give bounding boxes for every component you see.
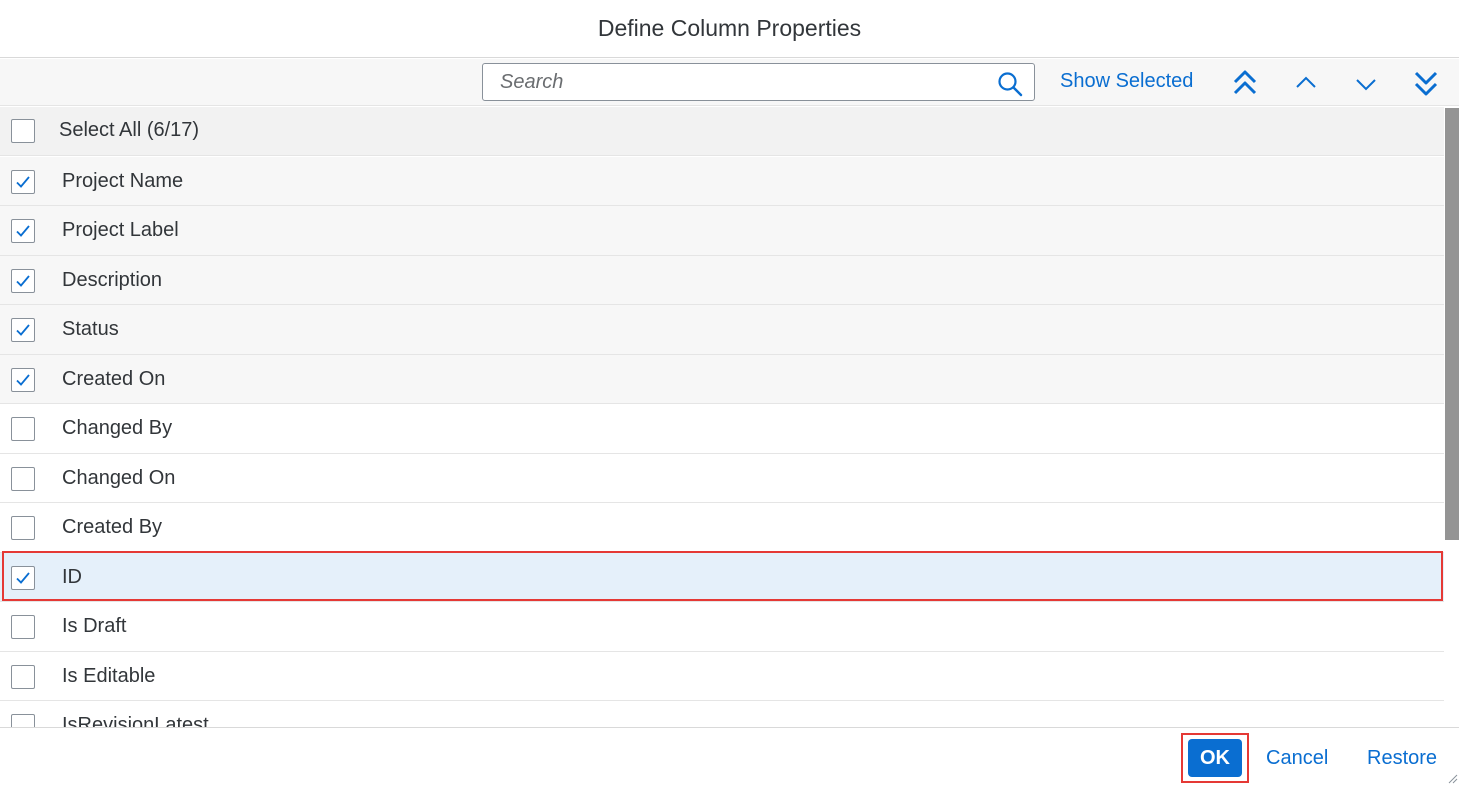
item-checkbox[interactable] xyxy=(11,268,35,293)
item-checkbox[interactable] xyxy=(11,615,35,639)
checkmark-icon xyxy=(16,324,30,336)
move-up-icon[interactable] xyxy=(1290,68,1322,98)
list-item-label: Project Name xyxy=(62,169,184,192)
list-item[interactable]: Created On xyxy=(0,354,1444,404)
list-item-label: ID xyxy=(62,565,82,588)
item-checkbox[interactable] xyxy=(11,417,35,441)
list-item[interactable]: Changed On xyxy=(0,453,1444,503)
item-checkbox[interactable] xyxy=(11,565,35,590)
item-checkbox[interactable] xyxy=(11,219,35,243)
list-item[interactable]: Changed By xyxy=(0,404,1444,454)
list-item-label: Changed On xyxy=(62,466,176,489)
list-item[interactable]: Is Draft xyxy=(0,602,1444,652)
list-item-label: Status xyxy=(62,318,119,340)
move-to-bottom-icon[interactable] xyxy=(1410,68,1442,98)
select-all-checkbox[interactable] xyxy=(11,119,35,143)
list-item-label: Created By xyxy=(62,516,163,538)
list-item-label: Is Draft xyxy=(62,615,127,637)
list-item[interactable]: IsRevisionLatest xyxy=(0,701,1444,727)
checkmark-icon xyxy=(16,571,30,584)
move-down-icon[interactable] xyxy=(1350,68,1382,98)
ok-button[interactable]: OK xyxy=(1188,739,1242,777)
list-item-label: Project Label xyxy=(62,219,179,241)
checkmark-icon xyxy=(16,274,30,287)
list-item[interactable]: Project Name xyxy=(0,156,1444,206)
checkmark-icon xyxy=(16,225,30,237)
column-list: Select All (6/17) Project Name Project La… xyxy=(0,107,1444,727)
list-item[interactable]: Description xyxy=(0,255,1444,305)
list-item[interactable]: Created By xyxy=(0,503,1444,553)
item-checkbox[interactable] xyxy=(11,169,35,194)
list-item[interactable]: Status xyxy=(0,305,1444,355)
toolbar: Show Selected xyxy=(0,59,1459,106)
item-checkbox[interactable] xyxy=(11,367,35,392)
checkmark-icon xyxy=(16,373,30,386)
list-item[interactable]: ID xyxy=(0,552,1444,602)
move-to-top-icon[interactable] xyxy=(1229,68,1261,98)
search-icon[interactable] xyxy=(996,70,1024,98)
resize-grip-icon[interactable] xyxy=(1448,774,1458,784)
list-item-label: IsRevisionLatest xyxy=(62,714,209,727)
list-item[interactable]: Project Label xyxy=(0,206,1444,256)
list-item-label: Created On xyxy=(62,367,166,390)
dialog-title: Define Column Properties xyxy=(0,0,1459,58)
item-checkbox[interactable] xyxy=(11,318,35,342)
dialog-title-text: Define Column Properties xyxy=(597,15,862,41)
scrollbar-thumb[interactable] xyxy=(1445,108,1459,540)
item-checkbox[interactable] xyxy=(11,714,35,727)
select-all-label: Select All (6/17) xyxy=(59,119,200,141)
item-checkbox[interactable] xyxy=(11,516,35,540)
ok-button-label: OK xyxy=(1200,746,1230,769)
list-item-label: Description xyxy=(62,268,163,291)
show-selected-button[interactable]: Show Selected xyxy=(1060,70,1193,93)
search-input[interactable] xyxy=(484,65,984,99)
restore-button[interactable]: Restore xyxy=(1367,747,1437,770)
checkmark-icon xyxy=(16,175,30,188)
cancel-button[interactable]: Cancel xyxy=(1266,747,1328,770)
list-item-label: Changed By xyxy=(62,417,173,439)
select-all-row[interactable]: Select All (6/17) xyxy=(0,107,1444,156)
list-item-label: Is Editable xyxy=(62,664,156,687)
list-item[interactable]: Is Editable xyxy=(0,651,1444,701)
item-checkbox[interactable] xyxy=(11,466,35,491)
item-checkbox[interactable] xyxy=(11,664,35,689)
search-field[interactable] xyxy=(482,63,1035,101)
